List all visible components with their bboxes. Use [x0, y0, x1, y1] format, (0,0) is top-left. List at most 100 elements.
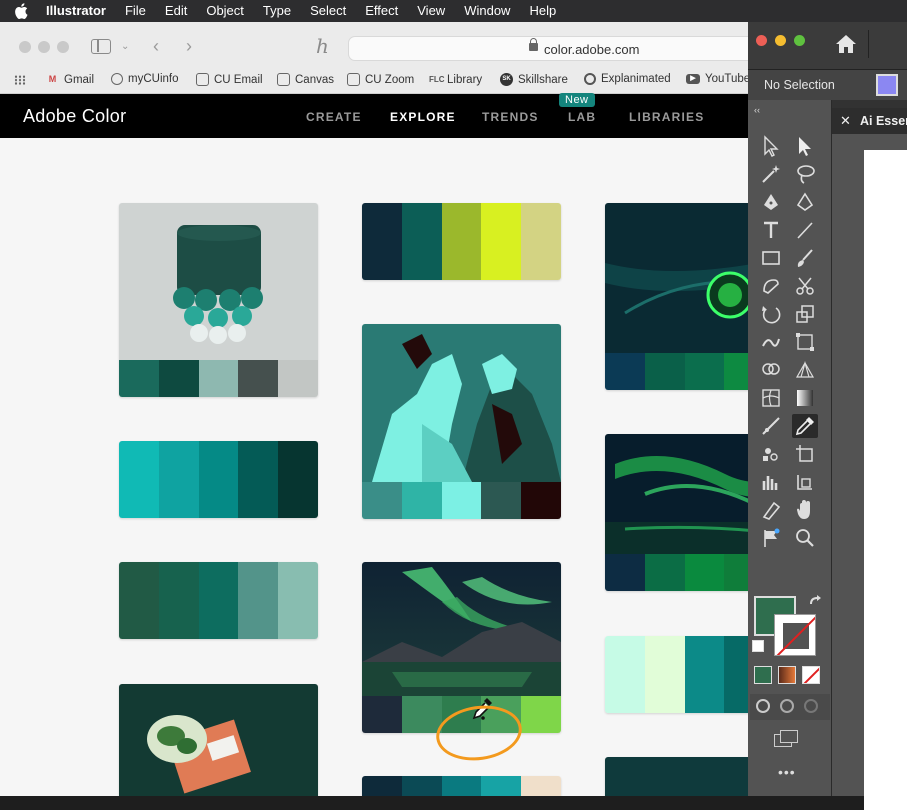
swatch[interactable] [119, 360, 159, 397]
swatch[interactable] [238, 562, 279, 639]
swatch[interactable] [605, 636, 645, 713]
adobe-color-logo[interactable]: Adobe Color [23, 106, 126, 127]
paintbrush-tool-icon[interactable] [792, 246, 818, 270]
bookmark-cu-zoom[interactable]: CU Zoom [347, 73, 414, 86]
theme-card-planet[interactable] [605, 203, 760, 390]
menu-file[interactable]: File [125, 0, 146, 22]
swatch[interactable] [158, 360, 199, 397]
forward-arrow-icon[interactable]: › [186, 36, 192, 57]
menu-effect[interactable]: Effect [365, 0, 398, 22]
measure-tool-icon[interactable] [758, 414, 784, 438]
scale-tool-icon[interactable] [792, 302, 818, 326]
sidebar-toggle-icon[interactable] [91, 39, 111, 54]
puppet-warp-tool-icon[interactable] [758, 330, 784, 354]
gradient-mode-icon[interactable] [778, 666, 796, 684]
gradient-tool-icon[interactable] [792, 386, 818, 410]
zoom-window-button[interactable] [794, 35, 805, 46]
draw-inside-icon[interactable] [804, 699, 818, 713]
swatch[interactable] [401, 776, 442, 796]
swatch[interactable] [605, 554, 645, 591]
selection-tool-icon[interactable] [758, 134, 784, 158]
theme-card-partial[interactable] [362, 776, 561, 796]
theme-card-plant[interactable] [119, 684, 318, 796]
swatch[interactable] [362, 776, 402, 796]
swatch[interactable] [119, 562, 159, 639]
menu-object[interactable]: Object [206, 0, 244, 22]
rectangle-tool-icon[interactable] [758, 246, 784, 270]
shaper-tool-icon[interactable] [758, 274, 784, 298]
theme-card-lime[interactable] [362, 203, 561, 280]
minimize-window-button[interactable] [38, 41, 50, 53]
free-transform-tool-icon[interactable] [792, 330, 818, 354]
swatch[interactable] [684, 636, 725, 713]
fill-color-chip[interactable] [876, 74, 898, 96]
slice-tool-icon[interactable] [792, 470, 818, 494]
home-icon[interactable] [835, 34, 857, 54]
swatch[interactable] [278, 562, 318, 639]
apps-grid-icon[interactable] [14, 75, 26, 85]
theme-card-green[interactable] [119, 562, 318, 639]
swatch[interactable] [684, 554, 725, 591]
nav-lab[interactable]: LAB [568, 110, 596, 124]
menu-view[interactable]: View [417, 0, 445, 22]
line-segment-tool-icon[interactable] [792, 218, 818, 242]
swatch[interactable] [481, 482, 522, 519]
theme-card-dark-teal[interactable] [605, 757, 760, 796]
close-window-button[interactable] [756, 35, 767, 46]
shape-builder-tool-icon[interactable] [758, 358, 784, 382]
menu-edit[interactable]: Edit [165, 0, 187, 22]
close-icon[interactable]: ✕ [840, 113, 851, 129]
swatch[interactable] [278, 360, 318, 397]
stroke-swatch[interactable] [774, 614, 816, 656]
swatch[interactable] [521, 482, 561, 519]
nav-trends[interactable]: TRENDS [482, 110, 539, 124]
swatch[interactable] [521, 203, 561, 280]
address-bar[interactable]: color.adobe.com [348, 36, 760, 61]
nav-explore[interactable]: EXPLORE [390, 110, 456, 124]
swatch[interactable] [362, 203, 402, 280]
swatch[interactable] [198, 562, 239, 639]
mesh-tool-icon[interactable] [758, 386, 784, 410]
bookmark-mycuinfo[interactable]: myCUinfo [111, 73, 178, 85]
menu-help[interactable]: Help [529, 0, 556, 22]
perspective-grid-tool-icon[interactable] [792, 358, 818, 382]
minimize-window-button[interactable] [775, 35, 786, 46]
swatch[interactable] [644, 554, 685, 591]
zoom-window-button[interactable] [57, 41, 69, 53]
close-window-button[interactable] [19, 41, 31, 53]
swatch[interactable] [238, 360, 279, 397]
swatch[interactable] [198, 360, 239, 397]
draw-behind-icon[interactable] [780, 699, 794, 713]
apple-menu-icon[interactable] [14, 0, 30, 22]
swatch[interactable] [521, 696, 561, 733]
menu-app-name[interactable]: Illustrator [46, 0, 106, 22]
back-arrow-icon[interactable]: ‹ [153, 36, 159, 57]
swatch[interactable] [684, 353, 725, 390]
type-tool-icon[interactable] [758, 218, 784, 242]
swatch[interactable] [362, 482, 402, 519]
artboard-tool-icon[interactable] [792, 442, 818, 466]
scissors-tool-icon[interactable] [792, 274, 818, 298]
swap-fill-stroke-icon[interactable] [808, 594, 822, 608]
artboard[interactable] [864, 150, 907, 810]
swatch[interactable] [119, 441, 159, 518]
hand-tool-icon[interactable] [792, 498, 818, 522]
swatch[interactable] [401, 482, 442, 519]
symbol-sprayer-tool-icon[interactable] [758, 442, 784, 466]
swatch[interactable] [441, 482, 482, 519]
extension-h-icon[interactable]: h [316, 34, 329, 58]
bookmark-library[interactable]: FLC Library [429, 73, 482, 86]
swatch[interactable] [401, 203, 442, 280]
theme-card-illustration[interactable] [362, 324, 561, 519]
bookmark-canvas[interactable]: Canvas [277, 73, 334, 86]
swatch[interactable] [605, 353, 645, 390]
swatch[interactable] [441, 776, 482, 796]
nav-libraries[interactable]: LIBRARIES [629, 110, 704, 124]
default-colors-icon[interactable] [752, 640, 764, 652]
bookmark-explanimated[interactable]: Explanimated [584, 73, 671, 85]
swatch[interactable] [362, 696, 402, 733]
more-tools-icon[interactable]: ••• [778, 764, 796, 780]
bookmark-skillshare[interactable]: SK Skillshare [500, 73, 568, 86]
menu-type[interactable]: Type [263, 0, 291, 22]
none-mode-icon[interactable] [802, 666, 820, 684]
